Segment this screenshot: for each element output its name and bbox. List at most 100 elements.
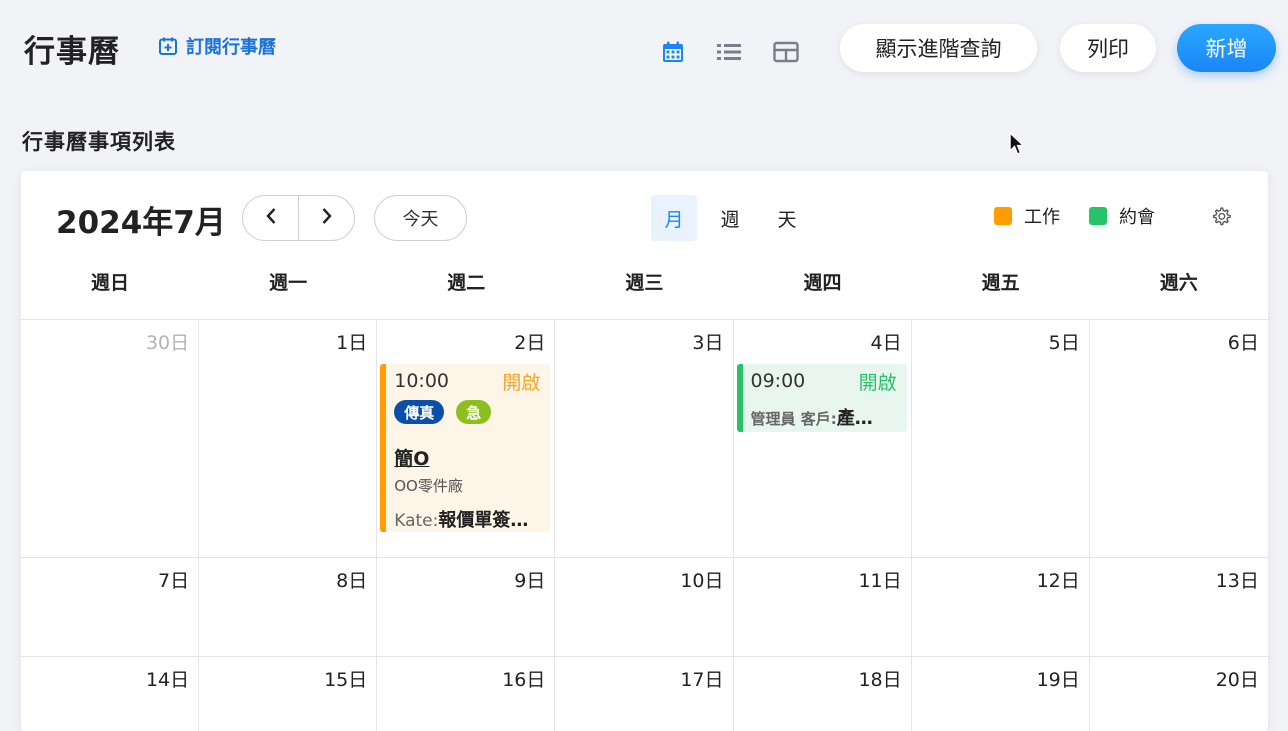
next-month-button[interactable] [298,196,354,240]
day-cell[interactable]: 11日 [734,558,912,656]
day-cell[interactable]: 19日 [912,657,1090,731]
day-cell[interactable]: 9日 [377,558,556,656]
work-event-card[interactable]: 10:00 開啟 傳真 急 簡O OO零件廠 Kate:報價單簽… [380,364,551,532]
meeting-event-card[interactable]: 09:00 開啟 管理員 客戶:產… [736,364,907,432]
day-number: 2日 [514,332,546,354]
legend-work-swatch [994,207,1012,225]
calendar-view-icon[interactable] [661,40,687,66]
day-number: 12日 [1036,570,1080,592]
day-number: 16日 [502,669,546,691]
event-company: OO零件廠 [394,477,463,495]
week-mode-button[interactable]: 週 [707,195,753,241]
day-cell[interactable]: 6日 [1090,320,1268,557]
day-cell[interactable]: 18日 [734,657,912,731]
day-cell[interactable]: 30日 [21,320,200,557]
legend-meeting-label: 約會 [1119,207,1155,228]
event-detail-text: 產… [836,408,873,429]
day-cell[interactable]: 16日 [377,657,556,731]
day-number: 7日 [158,570,190,592]
day-number: 3日 [692,332,724,354]
list-view-icon[interactable] [716,40,742,66]
legend-meeting-swatch [1089,207,1107,225]
legend-work-label: 工作 [1024,207,1060,228]
calendar-month-title: 2024年7月 [56,205,226,241]
add-button[interactable]: 新增 [1177,24,1276,72]
event-time: 10:00 [394,370,450,392]
weekday-sun: 週日 [91,272,130,294]
day-number: 13日 [1215,570,1259,592]
day-cell[interactable]: 14日 [21,657,200,731]
event-time: 09:00 [750,370,806,392]
event-detail: 管理員 客戶:產… [751,404,897,430]
day-cell[interactable]: 13日 [1090,558,1268,656]
weekday-thu: 週四 [803,272,842,294]
event-tags: 傳真 急 [394,400,540,424]
day-number: 11日 [858,570,902,592]
day-number: 17日 [680,669,724,691]
weekday-tue: 週二 [447,272,486,294]
day-number: 8日 [336,570,368,592]
top-bar: 行事曆 訂閱行事曆 顯示進階查詢 列印 新增 [0,0,1288,100]
advanced-query-button[interactable]: 顯示進階查詢 [840,24,1037,72]
subscribe-calendar-label: 訂閱行事曆 [186,37,276,58]
subscribe-calendar-link[interactable]: 訂閱行事曆 [158,34,276,58]
month-grid: 30日 1日 2日 10:00 開啟 傳真 急 簡O OO零件廠 Kate:報價… [21,319,1268,731]
legend-meeting: 約會 [1089,205,1155,228]
day-number: 18日 [858,669,902,691]
week-row: 14日 15日 16日 17日 18日 19日 20日 [21,657,1268,731]
day-cell[interactable]: 1日 [199,320,378,557]
day-cell[interactable]: 17日 [555,657,734,731]
legend-work: 工作 [994,205,1060,228]
event-owner: Kate: [394,511,439,531]
day-number: 6日 [1227,332,1259,354]
day-cell[interactable]: 10日 [555,558,734,656]
event-status: 開啟 [502,371,541,394]
day-number: 14日 [145,669,190,691]
day-cell[interactable]: 2日 10:00 開啟 傳真 急 簡O OO零件廠 Kate:報價單簽… [377,320,556,557]
day-cell[interactable]: 5日 [912,320,1090,557]
gear-icon[interactable] [1211,206,1231,230]
day-number: 15日 [324,669,368,691]
tag-fax: 傳真 [394,400,445,424]
tag-urgent: 急 [456,400,492,424]
event-owner: 管理員 客戶: [750,410,837,428]
day-cell[interactable]: 3日 [555,320,734,557]
day-mode-button[interactable]: 天 [764,195,810,241]
chevron-right-icon [321,207,333,229]
day-number: 1日 [336,332,368,354]
section-title: 行事曆事項列表 [22,130,176,154]
day-cell[interactable]: 8日 [199,558,378,656]
event-detail: Kate:報價單簽… [394,506,540,532]
page-title: 行事曆 [24,34,120,70]
week-row: 7日 8日 9日 10日 11日 12日 13日 [21,558,1268,657]
calendar-add-icon [158,36,178,56]
weekday-sat: 週六 [1159,272,1198,294]
event-subject-link[interactable]: 簡O [394,444,540,471]
day-cell[interactable]: 20日 [1090,657,1268,731]
prev-month-button[interactable] [243,196,298,240]
calendar-card: 2024年7月 今天 月 週 天 工作 約會 週日 週一 週二 週三 週四 週五… [21,171,1268,731]
day-number: 5日 [1048,332,1080,354]
day-cell[interactable]: 15日 [199,657,378,731]
mouse-cursor-icon [1008,131,1026,161]
chevron-left-icon [265,207,277,229]
day-cell[interactable]: 12日 [912,558,1090,656]
month-navigation [242,195,355,241]
day-number: 9日 [514,570,546,592]
weekday-fri: 週五 [981,272,1020,294]
day-cell[interactable]: 7日 [21,558,200,656]
weekday-wed: 週三 [625,272,664,294]
print-button[interactable]: 列印 [1060,24,1156,72]
day-number: 30日 [145,332,190,354]
day-number: 19日 [1036,669,1080,691]
week-row: 30日 1日 2日 10:00 開啟 傳真 急 簡O OO零件廠 Kate:報價… [21,320,1268,558]
day-cell[interactable]: 4日 09:00 開啟 管理員 客戶:產… [734,320,912,557]
table-view-icon[interactable] [773,40,799,66]
month-mode-button[interactable]: 月 [651,195,697,241]
weekday-mon: 週一 [269,272,308,294]
day-number: 10日 [680,570,724,592]
day-number: 4日 [870,332,902,354]
today-button[interactable]: 今天 [374,195,467,241]
weekday-header: 週日 週一 週二 週三 週四 週五 週六 [21,261,1268,319]
event-status: 開啟 [858,371,897,394]
